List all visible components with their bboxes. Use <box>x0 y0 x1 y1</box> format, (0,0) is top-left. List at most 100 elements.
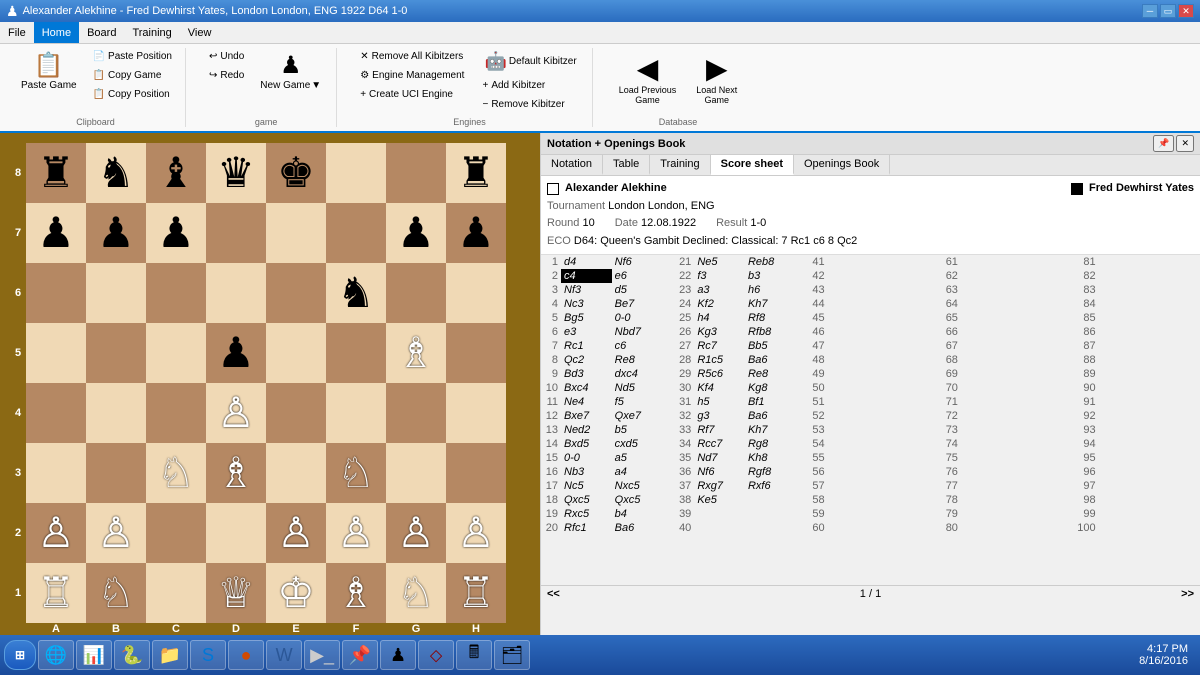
move-white-59[interactable] <box>828 507 879 521</box>
move-black-1[interactable]: Nf6 <box>612 255 663 269</box>
move-white-33[interactable]: Rf7 <box>694 423 745 437</box>
sq-f3[interactable]: ♘ <box>326 443 386 503</box>
move-white-55[interactable] <box>828 451 879 465</box>
sq-f7[interactable] <box>326 203 386 263</box>
move-black-51[interactable] <box>878 395 929 409</box>
sq-d7[interactable] <box>206 203 266 263</box>
move-black-72[interactable] <box>1012 409 1063 423</box>
sq-c5[interactable] <box>146 323 206 383</box>
move-black-69[interactable] <box>1012 367 1063 381</box>
move-black-31[interactable]: Bf1 <box>745 395 796 409</box>
move-black-28[interactable]: Ba6 <box>745 353 796 367</box>
move-white-83[interactable] <box>1099 283 1150 297</box>
move-black-34[interactable]: Rg8 <box>745 437 796 451</box>
move-black-55[interactable] <box>878 451 929 465</box>
sq-h2[interactable]: ♙ <box>446 503 506 563</box>
menu-home[interactable]: Home <box>34 22 79 43</box>
create-uci-button[interactable]: + Create UCI Engine <box>355 86 469 103</box>
move-white-98[interactable] <box>1099 493 1150 507</box>
move-black-63[interactable] <box>1012 283 1063 297</box>
move-black-25[interactable]: Rf8 <box>745 311 796 325</box>
move-white-62[interactable] <box>961 269 1012 283</box>
minimize-button[interactable]: ─ <box>1142 4 1158 18</box>
taskbar-python[interactable]: 🐍 <box>114 640 150 670</box>
move-white-42[interactable] <box>828 269 879 283</box>
move-white-43[interactable] <box>828 283 879 297</box>
taskbar-sticky[interactable]: 📌 <box>342 640 378 670</box>
move-black-65[interactable] <box>1012 311 1063 325</box>
move-white-7[interactable]: Rc1 <box>561 339 612 353</box>
move-white-64[interactable] <box>961 297 1012 311</box>
sq-e5[interactable] <box>266 323 326 383</box>
tab-training[interactable]: Training <box>650 155 710 175</box>
move-black-73[interactable] <box>1012 423 1063 437</box>
sq-a6[interactable] <box>26 263 86 323</box>
move-black-77[interactable] <box>1012 479 1063 493</box>
sq-a1[interactable]: ♖ <box>26 563 86 623</box>
move-black-67[interactable] <box>1012 339 1063 353</box>
move-white-75[interactable] <box>961 451 1012 465</box>
move-black-87[interactable] <box>1149 339 1200 353</box>
move-black-91[interactable] <box>1149 395 1200 409</box>
move-black-71[interactable] <box>1012 395 1063 409</box>
move-white-14[interactable]: Bxd5 <box>561 437 612 451</box>
add-kibitzer-button[interactable]: + Add Kibitzer <box>477 77 583 94</box>
move-black-89[interactable] <box>1149 367 1200 381</box>
move-white-5[interactable]: Bg5 <box>561 311 612 325</box>
move-black-76[interactable] <box>1012 465 1063 479</box>
sq-a4[interactable] <box>26 383 86 443</box>
move-white-23[interactable]: a3 <box>694 283 745 297</box>
copy-game-button[interactable]: 📋 Copy Game <box>88 67 177 84</box>
sq-d8[interactable]: ♛ <box>206 143 266 203</box>
load-next-button[interactable]: ▶ Load NextGame <box>688 48 745 109</box>
move-white-63[interactable] <box>961 283 1012 297</box>
move-white-88[interactable] <box>1099 353 1150 367</box>
menu-file[interactable]: File <box>0 22 34 43</box>
move-black-20[interactable]: Ba6 <box>612 521 663 535</box>
move-black-23[interactable]: h6 <box>745 283 796 297</box>
taskbar-filemgr[interactable]: 🗂 <box>494 640 530 670</box>
move-white-79[interactable] <box>961 507 1012 521</box>
move-black-9[interactable]: dxc4 <box>612 367 663 381</box>
move-white-9[interactable]: Bd3 <box>561 367 612 381</box>
sq-g5[interactable]: ♗ <box>386 323 446 383</box>
move-black-98[interactable] <box>1149 493 1200 507</box>
move-black-96[interactable] <box>1149 465 1200 479</box>
move-white-2[interactable]: c4 <box>561 269 612 283</box>
taskbar-word[interactable]: W <box>266 640 302 670</box>
move-white-69[interactable] <box>961 367 1012 381</box>
move-black-92[interactable] <box>1149 409 1200 423</box>
move-white-65[interactable] <box>961 311 1012 325</box>
move-white-18[interactable]: Qxc5 <box>561 493 612 507</box>
move-black-7[interactable]: c6 <box>612 339 663 353</box>
sq-b4[interactable] <box>86 383 146 443</box>
move-black-2[interactable]: e6 <box>612 269 663 283</box>
move-white-85[interactable] <box>1099 311 1150 325</box>
move-black-58[interactable] <box>878 493 929 507</box>
move-black-27[interactable]: Bb5 <box>745 339 796 353</box>
sq-d4[interactable]: ♙ <box>206 383 266 443</box>
move-white-82[interactable] <box>1099 269 1150 283</box>
move-black-68[interactable] <box>1012 353 1063 367</box>
move-black-64[interactable] <box>1012 297 1063 311</box>
paste-game-button[interactable]: 📋 Paste Game <box>14 48 84 94</box>
move-white-86[interactable] <box>1099 325 1150 339</box>
move-white-40[interactable] <box>694 521 745 535</box>
move-white-81[interactable] <box>1099 255 1150 269</box>
move-white-45[interactable] <box>828 311 879 325</box>
move-white-57[interactable] <box>828 479 879 493</box>
move-black-33[interactable]: Kh7 <box>745 423 796 437</box>
sq-e6[interactable] <box>266 263 326 323</box>
move-white-91[interactable] <box>1099 395 1150 409</box>
move-black-24[interactable]: Kh7 <box>745 297 796 311</box>
sq-f5[interactable] <box>326 323 386 383</box>
sq-b7[interactable]: ♟ <box>86 203 146 263</box>
move-black-5[interactable]: 0-0 <box>612 311 663 325</box>
taskbar-explorer[interactable]: 📁 <box>152 640 188 670</box>
sq-e8[interactable]: ♚ <box>266 143 326 203</box>
move-black-85[interactable] <box>1149 311 1200 325</box>
tab-score-sheet[interactable]: Score sheet <box>711 155 794 175</box>
move-white-67[interactable] <box>961 339 1012 353</box>
nav-next-next[interactable]: >> <box>1181 588 1194 600</box>
move-black-82[interactable] <box>1149 269 1200 283</box>
